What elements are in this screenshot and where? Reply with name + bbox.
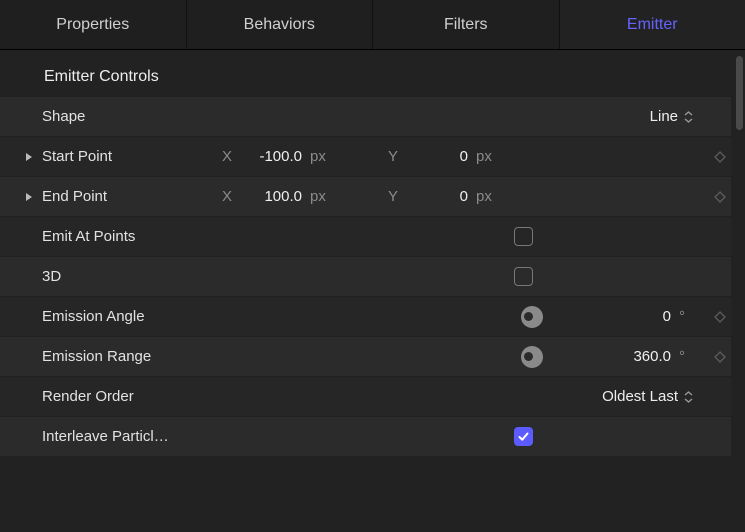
tab-filters[interactable]: Filters [373,0,560,49]
keyframe-diamond-icon[interactable] [709,351,731,363]
unit-deg: ° [679,348,697,365]
label-emit-at-points: Emit At Points [42,228,218,245]
emission-angle-dial[interactable] [521,306,543,328]
keyframe-diamond-icon[interactable] [709,191,731,203]
label-3d: 3D [42,268,218,285]
start-point-x-field[interactable]: -100.0 [240,148,306,165]
row-emission-angle: Emission Angle 0 ° [0,296,731,336]
row-interleave-particles: Interleave Particl… [0,416,731,456]
label-interleave-particles: Interleave Particl… [42,428,218,445]
unit-px: px [476,148,502,165]
3d-checkbox[interactable] [514,267,533,286]
emitter-panel: Emitter Controls Shape Line Start Point … [0,50,745,532]
emit-at-points-checkbox[interactable] [514,227,533,246]
row-emit-at-points: Emit At Points [0,216,731,256]
axis-y-label: Y [384,188,402,205]
tab-behaviors[interactable]: Behaviors [187,0,374,49]
keyframe-diamond-icon[interactable] [709,151,731,163]
emission-range-field[interactable]: 360.0 [609,348,675,365]
row-shape: Shape Line [0,96,731,136]
chevron-updown-icon [684,111,693,123]
chevron-updown-icon [684,391,693,403]
disclosure-triangle-icon[interactable] [22,190,36,204]
unit-deg: ° [679,308,697,325]
row-start-point: Start Point X -100.0 px Y 0 px [0,136,731,176]
tab-properties[interactable]: Properties [0,0,187,49]
axis-y-label: Y [384,148,402,165]
render-order-value: Oldest Last [602,388,678,405]
section-title: Emitter Controls [0,60,731,96]
row-emission-range: Emission Range 360.0 ° [0,336,731,376]
shape-popup[interactable]: Line [650,108,693,125]
start-point-y-field[interactable]: 0 [406,148,472,165]
disclosure-triangle-icon[interactable] [22,150,36,164]
label-shape: Shape [42,108,218,125]
axis-x-label: X [218,188,236,205]
unit-px: px [310,188,336,205]
scrollbar-thumb[interactable] [736,56,743,130]
unit-px: px [310,148,336,165]
unit-px: px [476,188,502,205]
label-emission-range: Emission Range [42,348,218,365]
row-end-point: End Point X 100.0 px Y 0 px [0,176,731,216]
end-point-y-field[interactable]: 0 [406,188,472,205]
row-render-order: Render Order Oldest Last [0,376,731,416]
emission-range-dial[interactable] [521,346,543,368]
emission-angle-field[interactable]: 0 [609,308,675,325]
label-end-point: End Point [42,188,218,205]
inspector-tabs: Properties Behaviors Filters Emitter [0,0,745,50]
row-3d: 3D [0,256,731,296]
render-order-popup[interactable]: Oldest Last [602,388,693,405]
end-point-x-field[interactable]: 100.0 [240,188,306,205]
interleave-particles-checkbox[interactable] [514,427,533,446]
tab-emitter[interactable]: Emitter [560,0,745,49]
axis-x-label: X [218,148,236,165]
label-render-order: Render Order [42,388,218,405]
shape-value: Line [650,108,678,125]
label-start-point: Start Point [42,148,218,165]
label-emission-angle: Emission Angle [42,308,218,325]
keyframe-diamond-icon[interactable] [709,311,731,323]
